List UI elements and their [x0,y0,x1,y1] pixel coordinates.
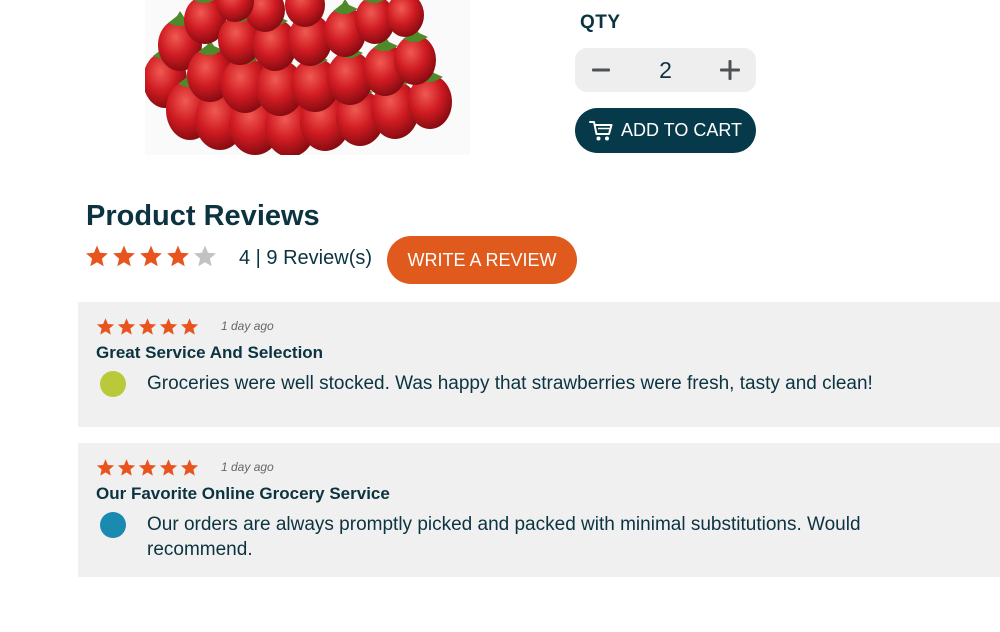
star-icon [113,245,135,267]
star-icon [96,318,115,335]
review-card: 1 day ago Great Service And Selection Gr… [78,302,1000,427]
star-icon [117,459,136,476]
star-icon [180,459,199,476]
star-icon [140,245,162,267]
star-icon [167,245,189,267]
reviews-heading: Product Reviews [86,200,320,232]
star-icon [138,318,157,335]
strawberries-image [145,0,452,155]
review-date: 1 day ago [221,319,274,333]
review-body: Our orders are always promptly picked an… [147,514,861,560]
star-icon [159,459,178,476]
quantity-stepper: 2 [575,48,756,92]
write-review-button[interactable]: WRITE A REVIEW [387,236,577,284]
cart-icon [588,120,613,140]
plus-icon [720,60,740,80]
review-summary: 4 | 9 Review(s) [239,247,373,269]
star-icon [138,459,157,476]
review-title: Our Favorite Online Grocery Service [96,484,390,503]
average-rating-stars [85,244,217,268]
quantity-value[interactable]: 2 [635,48,696,92]
star-icon [194,245,216,267]
star-icon [86,245,108,267]
review-date: 1 day ago [221,460,274,474]
product-image [145,0,470,155]
decrease-quantity-button[interactable] [579,48,623,92]
star-icon [180,318,199,335]
star-icon [159,318,178,335]
review-rating-stars [96,317,199,336]
add-to-cart-button[interactable]: ADD TO CART [575,108,756,153]
write-review-label: WRITE A REVIEW [407,249,557,270]
increase-quantity-button[interactable] [708,48,752,92]
review-rating-stars [96,458,199,477]
add-to-cart-label: ADD TO CART [620,120,743,140]
minus-icon [592,68,610,72]
review-card: 1 day ago Our Favorite Online Grocery Se… [78,443,1000,577]
star-icon [117,318,136,335]
star-icon [96,459,115,476]
reviewer-avatar [100,371,126,397]
reviewer-avatar [100,512,126,538]
review-title: Great Service And Selection [96,343,324,362]
qty-label: QTY [580,12,621,33]
review-body: Groceries were well stocked. Was happy t… [147,373,873,394]
strawberry [394,35,436,85]
